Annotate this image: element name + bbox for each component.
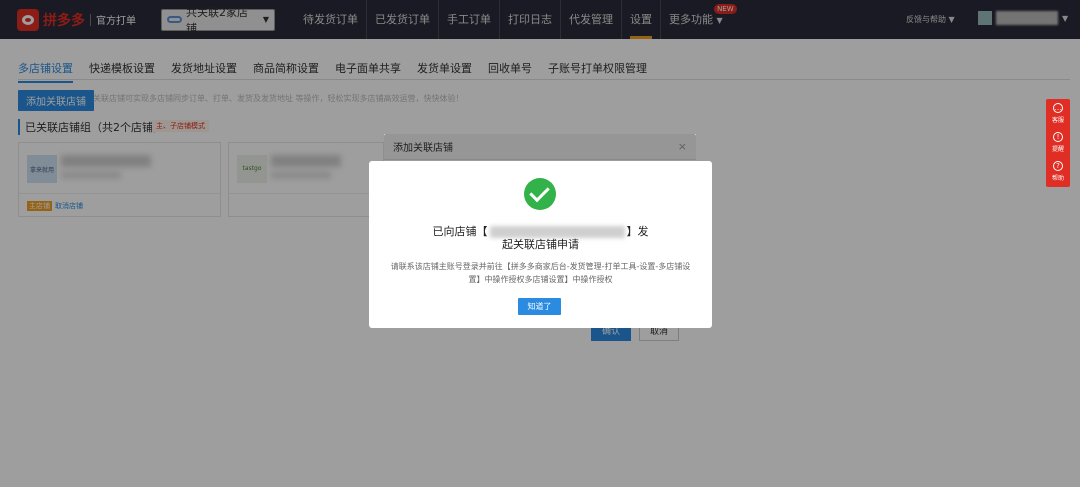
success-message-line2: 起关联店铺申请 bbox=[502, 238, 579, 251]
success-modal: 已向店铺【 】发 起关联店铺申请 请联系该店铺主账号登录并前往【拼多多商家后台-发… bbox=[369, 161, 712, 328]
side-float-panel: … 客服 ! 提醒 ? 帮助 bbox=[1046, 99, 1070, 187]
alert-icon: ! bbox=[1053, 132, 1063, 142]
success-check-icon bbox=[524, 178, 556, 210]
side-label: 提醒 bbox=[1051, 146, 1064, 153]
chat-icon: … bbox=[1053, 103, 1063, 113]
side-reminder[interactable]: ! 提醒 bbox=[1046, 128, 1070, 157]
side-label: 客服 bbox=[1051, 117, 1064, 124]
got-it-button[interactable]: 知道了 bbox=[518, 298, 561, 315]
success-instructions: 请联系该店铺主账号登录并前往【拼多多商家后台-发货管理-打单工具-设置-多店铺设… bbox=[390, 262, 691, 284]
side-help[interactable]: ? 帮助 bbox=[1046, 157, 1070, 186]
side-label: 帮助 bbox=[1051, 175, 1064, 182]
side-customer-service[interactable]: … 客服 bbox=[1046, 99, 1070, 128]
help-icon: ? bbox=[1053, 161, 1063, 171]
